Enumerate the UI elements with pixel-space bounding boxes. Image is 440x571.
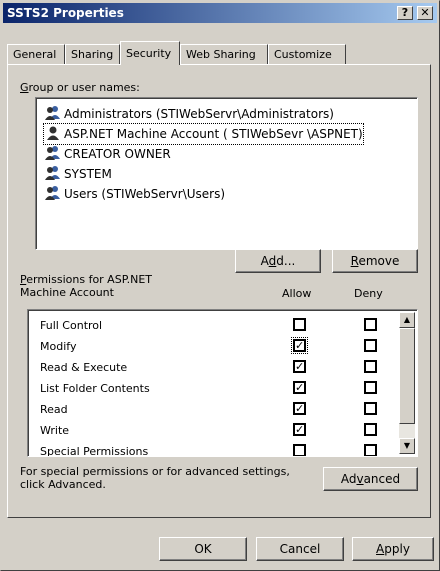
permission-label: Read & Execute bbox=[40, 361, 128, 374]
deny-read-checkbox[interactable] bbox=[364, 402, 377, 415]
remove-button[interactable]: Remove bbox=[332, 249, 418, 273]
permission-label: Special Permissions bbox=[40, 445, 149, 457]
permission-label: Read bbox=[40, 403, 68, 416]
help-button[interactable]: ? bbox=[397, 6, 413, 20]
tab-sharing[interactable]: Sharing bbox=[65, 44, 120, 64]
deny-write-checkbox[interactable] bbox=[364, 423, 377, 436]
allow-column-header: Allow bbox=[282, 287, 312, 300]
allow-write-checkbox[interactable]: ✓ bbox=[293, 423, 306, 436]
group-or-user-names-label: Group or user names: bbox=[20, 81, 140, 94]
deny-modify-checkbox[interactable] bbox=[364, 339, 377, 352]
permissions-scrollbar[interactable]: ▲ ▼ bbox=[399, 312, 415, 454]
permission-label: Full Control bbox=[40, 319, 103, 332]
advanced-button[interactable]: Advanced bbox=[323, 467, 418, 491]
list-item-creator-owner[interactable]: CREATOR OWNER bbox=[44, 144, 171, 164]
list-item-system[interactable]: SYSTEM bbox=[44, 164, 112, 184]
permission-label: Write bbox=[40, 424, 70, 437]
permission-label: Modify bbox=[40, 340, 77, 353]
tab-web-sharing[interactable]: Web Sharing bbox=[180, 44, 268, 64]
properties-dialog: SSTS2 Properties ? ✕ General Sharing Sec… bbox=[0, 0, 440, 571]
scroll-thumb[interactable] bbox=[399, 328, 415, 424]
allow-list-folder-checkbox[interactable]: ✓ bbox=[293, 381, 306, 394]
title-bar[interactable]: SSTS2 Properties ? ✕ bbox=[3, 3, 437, 23]
allow-full-control-checkbox[interactable] bbox=[293, 318, 306, 331]
scroll-up-icon[interactable]: ▲ bbox=[399, 312, 415, 328]
deny-list-folder-checkbox[interactable] bbox=[364, 381, 377, 394]
advanced-hint-text: For special permissions or for advanced … bbox=[20, 465, 290, 491]
close-button[interactable]: ✕ bbox=[417, 6, 433, 20]
ok-button[interactable]: OK bbox=[159, 537, 247, 561]
tab-security[interactable]: Security bbox=[120, 41, 180, 65]
list-item-users[interactable]: Users (STIWebServr\Users) bbox=[44, 184, 225, 204]
deny-column-header: Deny bbox=[354, 287, 383, 300]
allow-read-execute-checkbox[interactable]: ✓ bbox=[293, 360, 306, 373]
permissions-list[interactable]: Full Control Modify Read & Execute List … bbox=[27, 309, 418, 457]
user-icon bbox=[47, 126, 59, 140]
cancel-button[interactable]: Cancel bbox=[256, 537, 344, 561]
scroll-down-icon[interactable]: ▼ bbox=[399, 438, 415, 454]
allow-special-checkbox[interactable] bbox=[293, 444, 306, 456]
deny-read-execute-checkbox[interactable] bbox=[364, 360, 377, 373]
group-icon bbox=[45, 106, 60, 120]
security-panel: Group or user names: Administrators (STI… bbox=[7, 64, 431, 518]
window-title: SSTS2 Properties bbox=[7, 6, 124, 20]
tab-general[interactable]: General bbox=[7, 44, 65, 64]
group-icon bbox=[45, 146, 60, 160]
allow-modify-checkbox[interactable]: ✓ bbox=[291, 337, 308, 354]
group-icon bbox=[45, 186, 60, 200]
list-item-aspnet[interactable]: ASP.NET Machine Account ( STIWebSevr \AS… bbox=[43, 123, 364, 145]
user-list[interactable]: Administrators (STIWebServr\Administrato… bbox=[35, 97, 418, 250]
deny-full-control-checkbox[interactable] bbox=[364, 318, 377, 331]
allow-read-checkbox[interactable]: ✓ bbox=[293, 402, 306, 415]
add-button[interactable]: Add... bbox=[235, 249, 321, 273]
permission-label: List Folder Contents bbox=[40, 382, 150, 395]
list-item-administrators[interactable]: Administrators (STIWebServr\Administrato… bbox=[44, 104, 334, 124]
deny-special-checkbox[interactable] bbox=[364, 444, 377, 456]
apply-button[interactable]: Apply bbox=[352, 537, 434, 561]
group-icon bbox=[45, 166, 60, 180]
permissions-header: Permissions for ASP.NET Machine Account bbox=[20, 273, 153, 299]
tab-customize[interactable]: Customize bbox=[268, 44, 346, 64]
